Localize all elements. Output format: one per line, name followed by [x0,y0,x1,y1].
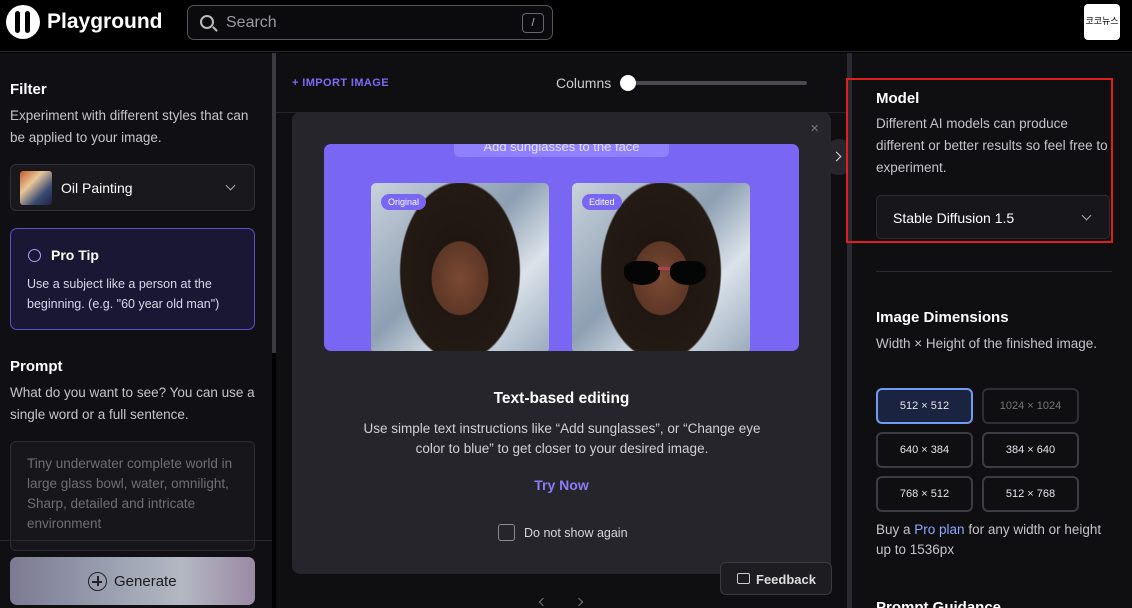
filter-thumbnail [20,171,52,205]
divider [876,271,1112,272]
modal-hero: Add sunglasses to the face Original Edit… [324,144,799,351]
chat-icon [737,573,750,584]
feature-intro-modal: × Add sunglasses to the face Original Ed… [292,112,831,574]
pro-tip-title: Pro Tip [51,247,99,263]
filter-selected-label: Oil Painting [61,180,133,196]
plus-circle-icon [88,572,107,591]
avatar[interactable]: 코코뉴스 [1084,4,1120,40]
columns-slider-track[interactable] [622,81,807,85]
pro-plan-link[interactable]: Pro plan [914,522,964,537]
brand-name[interactable]: Playground [47,10,163,34]
dimension-option-1024x1024[interactable]: 1024 × 1024 [982,388,1079,424]
chevron-right-icon [831,151,842,162]
prompt-title: Prompt [10,358,63,375]
search-bar[interactable]: / [187,5,553,40]
dimension-option-384x640[interactable]: 384 × 640 [982,432,1079,468]
prompt-description: What do you want to see? You can use a s… [10,385,255,422]
generate-button[interactable]: Generate [10,557,255,605]
original-tag: Original [381,194,427,210]
search-input[interactable] [226,12,506,34]
chevron-down-icon [225,180,236,191]
columns-label: Columns [556,75,612,91]
dimension-option-512x512[interactable]: 512 × 512 [876,388,973,424]
generate-label: Generate [114,573,177,590]
feedback-label: Feedback [756,572,816,587]
lightbulb-icon [28,249,41,262]
chevron-left-icon[interactable] [538,597,548,607]
try-now-link[interactable]: Try Now [292,477,831,493]
original-photo: Original [371,183,549,351]
model-highlight-box [846,78,1113,243]
prompt-input[interactable] [11,442,254,550]
dimension-option-768x512[interactable]: 768 × 512 [876,476,973,512]
divider [0,540,272,541]
left-sidebar: Filter Experiment with different styles … [0,53,272,608]
do-not-show-checkbox[interactable] [498,524,515,541]
dimensions-description: Width × Height of the finished image. [876,336,1097,351]
pagination [538,597,588,607]
pro-tip-text: Use a subject like a person at the begin… [27,277,220,311]
filter-title: Filter [10,81,47,98]
dimensions-title: Image Dimensions [876,309,1009,326]
sunglasses-overlay [624,261,706,287]
playground-logo[interactable] [6,5,40,39]
edited-photo: Edited [572,183,750,351]
dimension-option-512x768[interactable]: 512 × 768 [982,476,1079,512]
feedback-button[interactable]: Feedback [720,562,832,595]
prompt-guidance-title: Prompt Guidance [876,599,1002,608]
dimension-option-640x384[interactable]: 640 × 384 [876,432,973,468]
prompt-field[interactable] [10,441,255,551]
keyboard-shortcut-badge: / [522,13,544,33]
top-bar: Playground / 코코뉴스 [0,0,1132,52]
filter-dropdown[interactable]: Oil Painting [10,164,255,211]
columns-slider-handle[interactable] [620,75,636,91]
upgrade-note: Buy a Pro plan for any width or height u… [876,520,1112,560]
close-icon[interactable]: × [810,120,819,137]
search-icon [200,15,214,29]
modal-title: Text-based editing [493,390,630,407]
upgrade-prefix: Buy a [876,522,915,537]
modal-description: Use simple text instructions like “Add s… [363,421,761,456]
edited-tag: Edited [582,194,622,210]
import-image-button[interactable]: + IMPORT IMAGE [292,77,389,89]
chevron-right-icon[interactable] [574,597,584,607]
do-not-show-label[interactable]: Do not show again [524,526,628,540]
pro-tip-card: Pro Tip Use a subject like a person at t… [10,228,255,330]
filter-description: Experiment with different styles that ca… [10,108,249,145]
example-prompt-pill: Add sunglasses to the face [454,144,669,157]
